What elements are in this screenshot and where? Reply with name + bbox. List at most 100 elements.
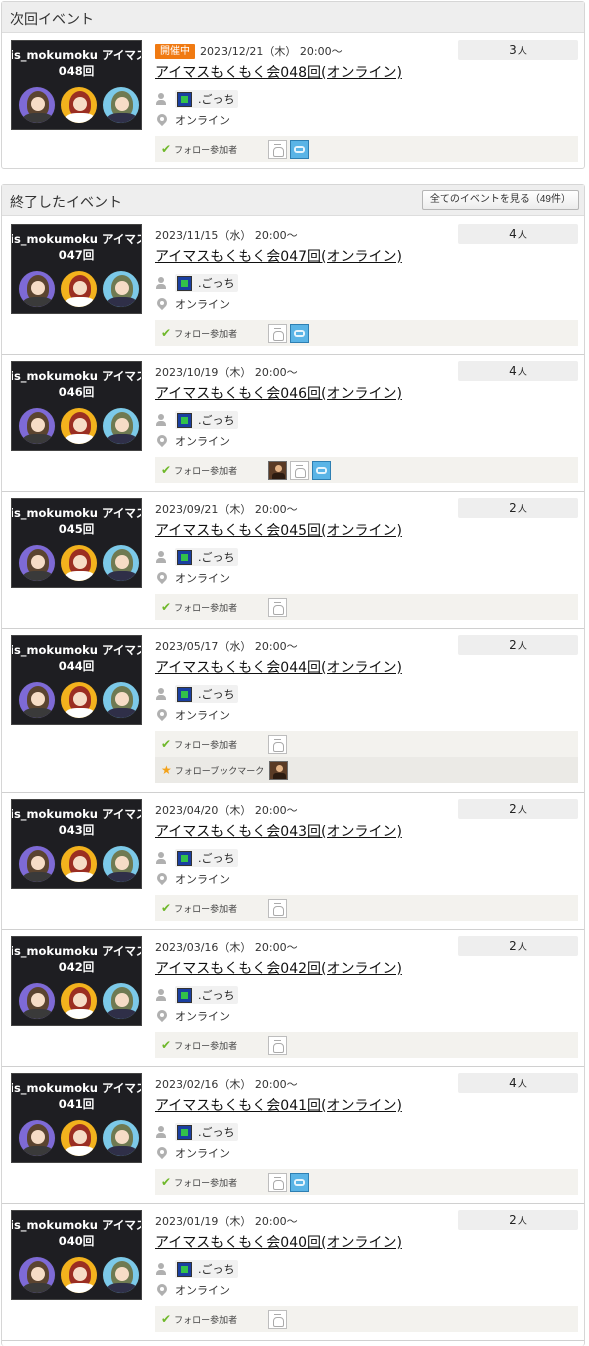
event-item: is_mokumoku アイマスもく 044回 2023/05/17（水） 20:0…: [2, 629, 584, 793]
owner-link[interactable]: .ごっち: [175, 685, 238, 703]
event-date: 2023/03/16（木） 20:00～: [155, 941, 298, 954]
owner-name: .ごっち: [198, 1126, 235, 1139]
event-thumbnail[interactable]: is_mokumoku アイマスもく 040回: [11, 1210, 142, 1300]
thumbnail-title: is_mokumoku アイマスもく: [11, 944, 141, 958]
map-pin-icon: [157, 435, 167, 448]
character-icon: [18, 270, 56, 308]
event-thumbnail[interactable]: is_mokumoku アイマスもく 047回: [11, 224, 142, 314]
follow-participants-row: ✔ フォロー参加者: [155, 136, 578, 162]
character-icon: [18, 86, 56, 124]
blank-avatar[interactable]: [290, 460, 310, 480]
owner-name: .ごっち: [198, 414, 235, 427]
next-event-heading: 次回イベント: [10, 12, 94, 28]
event-title-link[interactable]: アイマスもくもく会048回(オンライン): [155, 62, 402, 82]
photo-avatar[interactable]: [268, 760, 288, 780]
event-thumbnail[interactable]: is_mokumoku アイマスもく 043回: [11, 799, 142, 889]
event-title-link[interactable]: アイマスもくもく会044回(オンライン): [155, 657, 402, 677]
follow-participants-row: ✔ フォロー参加者: [155, 1306, 578, 1332]
blank-avatar[interactable]: [268, 734, 288, 754]
event-title-link[interactable]: アイマスもくもく会040回(オンライン): [155, 1232, 402, 1252]
blank-avatar[interactable]: [268, 898, 288, 918]
rotorooms-avatar[interactable]: [290, 1172, 310, 1192]
past-events-heading: 終了したイベント: [10, 195, 122, 211]
blank-avatar[interactable]: [268, 1035, 288, 1055]
photo-avatar[interactable]: [268, 460, 288, 480]
character-icon: [102, 681, 140, 719]
character-icon: [18, 982, 56, 1020]
owner-link[interactable]: .ごっち: [175, 411, 238, 429]
participant-count: 4人: [458, 224, 578, 244]
person-icon: [155, 989, 167, 1001]
event-date-row: 2023/01/19（木） 20:00～: [155, 1213, 298, 1229]
check-icon: ✔: [161, 463, 172, 477]
event-title-link[interactable]: アイマスもくもく会045回(オンライン): [155, 520, 402, 540]
character-icon: [60, 1256, 98, 1294]
owner-avatar: [177, 987, 192, 1003]
location-row: オンライン: [155, 296, 230, 312]
follow-participants-row: ✔ フォロー参加者: [155, 594, 578, 620]
thumbnail-number: 044回: [58, 659, 95, 673]
participant-count: 3人: [458, 40, 578, 60]
all-events-button[interactable]: 全てのイベントを見る（49件）: [421, 190, 579, 210]
rotorooms-avatar[interactable]: [290, 139, 310, 159]
thumbnail-title: is_mokumoku アイマスもく: [11, 506, 141, 520]
event-thumbnail[interactable]: is_mokumoku アイマスもく 041回: [11, 1073, 142, 1163]
event-title-link[interactable]: アイマスもくもく会046回(オンライン): [155, 383, 402, 403]
owner-link[interactable]: .ごっち: [175, 1123, 238, 1141]
event-item: is_mokumoku アイマスもく 048回 開催中 2023/12/21（木…: [2, 34, 584, 169]
event-thumbnail[interactable]: is_mokumoku アイマスもく 042回: [11, 936, 142, 1026]
thumbnail-title: is_mokumoku アイマスもく: [11, 1081, 141, 1095]
event-thumbnail[interactable]: is_mokumoku アイマスもく 048回: [11, 40, 142, 130]
owner-name: .ごっち: [198, 1263, 235, 1276]
event-title-link[interactable]: アイマスもくもく会041回(オンライン): [155, 1095, 402, 1115]
person-icon: [155, 277, 167, 289]
event-date-row: 2023/02/16（木） 20:00～: [155, 1076, 298, 1092]
event-item: is_mokumoku アイマスもく 047回 2023/11/15（水） 20:0…: [2, 218, 584, 355]
event-date-row: 2023/04/20（木） 20:00～: [155, 802, 298, 818]
owner-row: .ごっち: [155, 411, 238, 429]
participant-count: 4人: [458, 1073, 578, 1093]
character-icon: [102, 86, 140, 124]
owner-link[interactable]: .ごっち: [175, 548, 238, 566]
character-icon: [102, 270, 140, 308]
event-date: 2023/02/16（木） 20:00～: [155, 1078, 298, 1091]
event-title-link[interactable]: アイマスもくもく会047回(オンライン): [155, 246, 402, 266]
blank-avatar[interactable]: [268, 597, 288, 617]
character-icon: [60, 982, 98, 1020]
event-item: is_mokumoku アイマスもく 046回 2023/10/19（木） 20:0…: [2, 355, 584, 492]
check-icon: ✔: [161, 142, 172, 156]
event-location: オンライン: [175, 114, 230, 127]
character-icon: [60, 845, 98, 883]
event-thumbnail[interactable]: is_mokumoku アイマスもく 044回: [11, 635, 142, 725]
ongoing-badge: 開催中: [155, 43, 195, 59]
character-icon: [60, 407, 98, 445]
event-date: 2023/12/21（木） 20:00～: [200, 45, 343, 58]
follow-participants-label: フォロー参加者: [174, 1315, 238, 1326]
owner-link[interactable]: .ごっち: [175, 1260, 238, 1278]
rotorooms-avatar[interactable]: [312, 460, 332, 480]
blank-avatar[interactable]: [268, 1172, 288, 1192]
owner-link[interactable]: .ごっち: [175, 90, 238, 108]
character-icon: [102, 982, 140, 1020]
blank-avatar[interactable]: [268, 1309, 288, 1329]
owner-link[interactable]: .ごっち: [175, 274, 238, 292]
rotorooms-avatar[interactable]: [290, 323, 310, 343]
character-icon: [102, 407, 140, 445]
character-icon: [18, 544, 56, 582]
blank-avatar[interactable]: [268, 139, 288, 159]
owner-link[interactable]: .ごっち: [175, 986, 238, 1004]
owner-row: .ごっち: [155, 274, 238, 292]
blank-avatar[interactable]: [268, 323, 288, 343]
follow-participants-label: フォロー参加者: [174, 603, 238, 614]
map-pin-icon: [157, 1147, 167, 1160]
check-icon: ✔: [161, 1175, 172, 1189]
owner-link[interactable]: .ごっち: [175, 849, 238, 867]
character-icon: [102, 544, 140, 582]
event-thumbnail[interactable]: is_mokumoku アイマスもく 045回: [11, 498, 142, 588]
follow-participants-row: ✔ フォロー参加者: [155, 1169, 578, 1195]
event-date: 2023/09/21（木） 20:00～: [155, 503, 298, 516]
event-thumbnail[interactable]: is_mokumoku アイマスもく 046回: [11, 361, 142, 451]
event-title-link[interactable]: アイマスもくもく会043回(オンライン): [155, 821, 402, 841]
event-title-link[interactable]: アイマスもくもく会042回(オンライン): [155, 958, 402, 978]
person-icon: [155, 852, 167, 864]
